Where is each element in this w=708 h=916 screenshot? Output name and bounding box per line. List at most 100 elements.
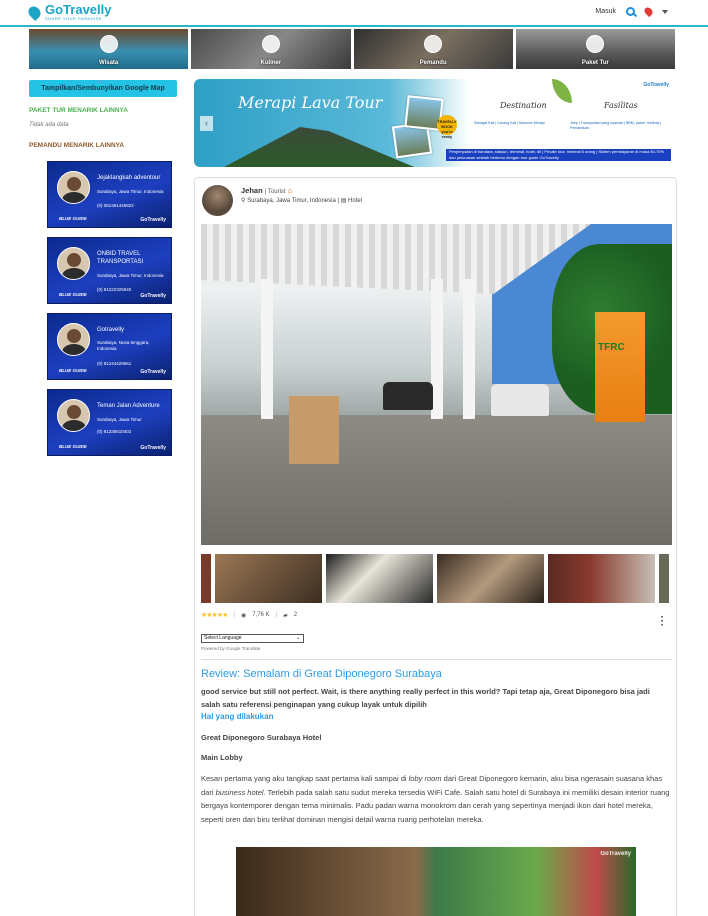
pillar bbox=[261, 279, 273, 419]
category-wisata[interactable]: Wisata bbox=[29, 29, 189, 69]
search-icon[interactable] bbox=[626, 7, 635, 16]
guide-name: ONBID TRAVEL TRANSPORTASI bbox=[97, 251, 144, 265]
leaf-decoration bbox=[552, 79, 572, 103]
language-select-value: Select Language bbox=[204, 635, 242, 641]
top-navbar: GoTravelly SHARE YOUR PARADISE Masuk bbox=[0, 0, 708, 27]
author-avatar[interactable] bbox=[202, 185, 233, 216]
body-emphasis: loby room bbox=[408, 774, 442, 783]
chevron-down-icon[interactable] bbox=[662, 9, 668, 14]
pillar bbox=[463, 279, 475, 419]
body-emphasis: business hotel bbox=[215, 787, 264, 797]
guide-icon bbox=[424, 35, 443, 53]
guide-avatar bbox=[57, 323, 90, 356]
food-icon bbox=[261, 35, 280, 53]
comment-icon: ▰ bbox=[283, 612, 288, 619]
thumbnail[interactable] bbox=[548, 554, 655, 603]
logo-pin-icon bbox=[26, 4, 43, 21]
guide-name: Teman Jalan Adventure bbox=[97, 403, 160, 409]
black-car bbox=[383, 382, 433, 410]
palm-icon bbox=[99, 35, 118, 53]
guide-phone: (0) 81335610402 bbox=[97, 429, 132, 434]
promo-banner[interactable]: Merapi Lava Tour ‹ TRAVELLY BOOK you're … bbox=[194, 79, 677, 167]
guide-phone: (0) 81222325940 bbox=[97, 287, 132, 292]
things-to-do-link[interactable]: Hal yang dilakukan bbox=[201, 712, 273, 721]
guide-brand: GoTravelly bbox=[140, 293, 166, 299]
category-paket-tur[interactable]: Paket Tur bbox=[515, 29, 675, 69]
meta-separator: | bbox=[337, 198, 340, 204]
more-options-icon[interactable]: · · · bbox=[661, 613, 664, 631]
review-title: Review: Semalam di Great Diponegoro Sura… bbox=[201, 668, 442, 680]
comments-count[interactable]: 2 bbox=[294, 612, 297, 618]
views-count: 7,76 K bbox=[252, 612, 270, 618]
guide-address: Surabaya, Jawa Timur, Indonesia bbox=[97, 189, 164, 194]
security-desk bbox=[289, 396, 339, 464]
main-photo[interactable]: TFRC bbox=[201, 224, 672, 545]
blue-guide-badge: BLUE GUIDE bbox=[59, 368, 87, 373]
photo-watermark: GoTravelly bbox=[600, 851, 631, 857]
book-badge: TRAVELLY BOOK you're ready bbox=[437, 115, 457, 139]
guide-card[interactable]: ONBID TRAVEL TRANSPORTASI Surabaya, Jawa… bbox=[47, 237, 172, 304]
thumbnail-strip bbox=[201, 554, 672, 603]
guide-address: Surabaya, Jawa Timur, Indonesia bbox=[97, 273, 164, 278]
body-text: Kesan pertama yang aku tangkap saat pert… bbox=[201, 774, 409, 783]
tour-section-heading: PAKET TUR MENARIK LAINNYA bbox=[29, 107, 128, 114]
review-body: Kesan pertama yang aku tangkap saat pert… bbox=[201, 772, 671, 826]
section-heading: Great Diponegoro Surabaya Hotel bbox=[201, 733, 322, 742]
road bbox=[201, 415, 672, 545]
guide-card[interactable]: Teman Jalan Adventure Surabaya, Jawa Tim… bbox=[47, 389, 172, 456]
divider bbox=[201, 659, 672, 660]
post-location: Surabaya, Jawa Timur, Indonesia bbox=[247, 198, 336, 204]
rating-stars: ★★★★★ bbox=[201, 612, 228, 619]
logo[interactable]: GoTravelly SHARE YOUR PARADISE bbox=[26, 2, 112, 21]
content-photo[interactable]: GoTravelly bbox=[236, 847, 636, 916]
language-select[interactable]: Select Language ⌄ bbox=[201, 634, 304, 643]
guide-address: Surabaya, Nusa tenggara, Indonesia bbox=[97, 340, 150, 351]
guide-card[interactable]: Gotravelly Surabaya, Nusa tenggara, Indo… bbox=[47, 313, 172, 380]
blue-guide-badge: BLUE GUIDE bbox=[59, 216, 87, 221]
logo-tagline: SHARE YOUR PARADISE bbox=[45, 16, 102, 21]
category-pemandu[interactable]: Pemandu bbox=[353, 29, 513, 69]
map-pin-icon: ⚲ bbox=[241, 198, 246, 204]
logo-text: GoTravelly bbox=[45, 2, 112, 17]
stats-separator: | bbox=[275, 612, 278, 618]
thumbnail[interactable] bbox=[437, 554, 544, 603]
guide-name: Gotravelly bbox=[97, 327, 125, 333]
stats-separator: | bbox=[233, 612, 235, 618]
review-card: Jehan | Tourist ⌂ ⚲ Surabaya, Jawa Timur… bbox=[194, 177, 677, 916]
toggle-google-map-button[interactable]: Tampilkan/Sembunyikan Google Map bbox=[29, 80, 177, 97]
chevron-down-icon: ⌄ bbox=[295, 635, 300, 641]
banner-title: Merapi Lava Tour bbox=[238, 93, 383, 112]
thumbnail[interactable] bbox=[659, 554, 669, 603]
review-lead: good service but still not perfect. Wait… bbox=[201, 687, 650, 709]
category-label: Paket Tur bbox=[581, 60, 609, 66]
banner-prev-button[interactable]: ‹ bbox=[200, 116, 213, 131]
guide-brand: GoTravelly bbox=[140, 369, 166, 375]
blue-guide-badge: BLUE GUIDE bbox=[59, 292, 87, 297]
list-icon: ▤ bbox=[340, 198, 347, 204]
section-heading: Main Lobby bbox=[201, 753, 243, 762]
mountain-illustration bbox=[224, 127, 414, 167]
thumbnail[interactable] bbox=[215, 554, 322, 603]
guide-avatar bbox=[57, 399, 90, 432]
category-kuliner[interactable]: Kuliner bbox=[191, 29, 351, 69]
thumbnail[interactable] bbox=[326, 554, 433, 603]
post-meta: ⚲ Surabaya, Jawa Timur, Indonesia | ▤ Ho… bbox=[241, 197, 362, 204]
destination-text: Sebagai Kali | Lubang Kali | Museum Mera… bbox=[474, 121, 545, 125]
powered-by-translate[interactable]: Powered by Google Translate bbox=[201, 646, 260, 651]
location-icon[interactable] bbox=[642, 5, 655, 18]
guide-name: Jejaklangkah adventour bbox=[97, 175, 161, 181]
guide-avatar bbox=[57, 247, 90, 280]
post-category[interactable]: Hotel bbox=[348, 198, 362, 204]
category-label: Wisata bbox=[98, 60, 119, 66]
category-strip: Wisata Kuliner Pemandu Paket Tur bbox=[29, 29, 675, 69]
tour-empty-text: Tidak ada data bbox=[29, 122, 69, 128]
author-name[interactable]: Jehan bbox=[241, 186, 263, 195]
guide-card[interactable]: Jejaklangkah adventour Surabaya, Jawa Ti… bbox=[47, 161, 172, 228]
author-line: Jehan | Tourist ⌂ bbox=[241, 186, 292, 195]
guide-section-heading: PEMANDU MENARIK LAINNYA bbox=[29, 142, 125, 149]
thumbnail[interactable] bbox=[201, 554, 211, 603]
category-label: Pemandu bbox=[419, 60, 447, 66]
guide-address: Surabaya, Jawa Timur bbox=[97, 417, 142, 422]
login-link[interactable]: Masuk bbox=[595, 8, 616, 15]
banner-note: Penjemputan di bandara, stasiun, termina… bbox=[446, 149, 671, 161]
